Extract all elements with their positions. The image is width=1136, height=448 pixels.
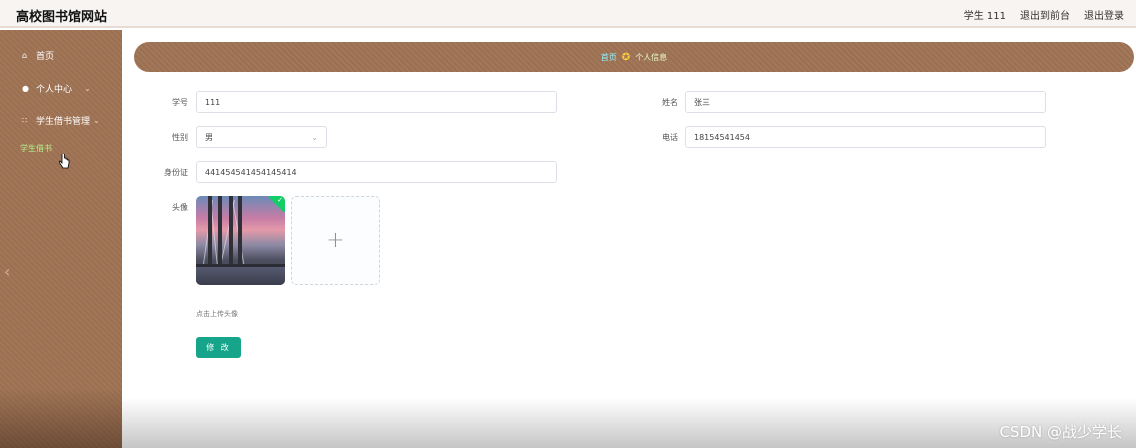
id-card-field[interactable]: 441454541454145414 bbox=[196, 161, 557, 183]
name-value: 张三 bbox=[694, 97, 710, 107]
bridge-pillar bbox=[208, 196, 212, 266]
logout-link[interactable]: 退出登录 bbox=[1084, 7, 1124, 22]
id-card-label: 身份证 bbox=[164, 168, 188, 177]
bridge-pillar bbox=[238, 196, 242, 266]
upload-avatar-button[interactable]: + bbox=[291, 196, 380, 285]
gender-select[interactable]: 男 ⌄ bbox=[196, 126, 327, 148]
sidebar-item-home[interactable]: ⌂ 首页 bbox=[0, 44, 122, 66]
sidebar-item-personal-center[interactable]: ● 个人中心 ⌄ bbox=[0, 77, 122, 99]
gender-value: 男 bbox=[205, 132, 213, 142]
phone-field[interactable]: 18154541454 bbox=[685, 126, 1046, 148]
avatar-label: 头像 bbox=[172, 203, 188, 212]
gender-label: 性别 bbox=[172, 133, 188, 142]
top-right-actions: 学生 111 退出到前台 退出登录 bbox=[964, 7, 1124, 22]
id-card-value: 441454541454145414 bbox=[205, 167, 297, 177]
top-bar: 高校图书馆网站 学生 111 退出到前台 退出登录 bbox=[0, 0, 1136, 28]
chevron-down-icon: ⌄ bbox=[84, 83, 91, 93]
check-icon: ✓ bbox=[277, 196, 283, 204]
sidebar-item-borrow-management[interactable]: ∷ 学生借书管理 ⌄ bbox=[0, 109, 122, 131]
water bbox=[196, 267, 285, 285]
chevron-down-icon: ⌄ bbox=[311, 132, 318, 142]
user-icon: ● bbox=[22, 83, 29, 93]
student-id-field[interactable]: 111 bbox=[196, 91, 557, 113]
home-icon: ⌂ bbox=[22, 50, 28, 60]
watermark: CSDN @战少学长 bbox=[999, 423, 1122, 441]
plus-icon: + bbox=[326, 228, 345, 253]
upload-hint: 点击上传头像 bbox=[196, 310, 238, 318]
star-separator-icon: ✪ bbox=[621, 51, 631, 63]
sidebar-item-label: 首页 bbox=[36, 51, 55, 62]
grid-icon: ∷ bbox=[22, 115, 28, 125]
phone-value: 18154541454 bbox=[694, 132, 750, 142]
back-to-front-link[interactable]: 退出到前台 bbox=[1020, 7, 1070, 22]
sidebar-bottom-shade bbox=[0, 388, 122, 448]
phone-label: 电话 bbox=[662, 133, 678, 142]
student-id-value: 111 bbox=[205, 97, 221, 107]
breadcrumb-home-link[interactable]: 首页 bbox=[601, 52, 617, 63]
collapse-arrow-icon[interactable]: ‹ bbox=[4, 262, 10, 281]
name-label: 姓名 bbox=[662, 98, 678, 107]
bottom-shade bbox=[122, 398, 1136, 448]
sidebar: ⌂ 首页 ● 个人中心 ⌄ ∷ 学生借书管理 ⌄ 学生借书 ‹ bbox=[0, 30, 122, 448]
bridge-pillar bbox=[229, 196, 233, 266]
breadcrumb: 首页 ✪ 个人信息 bbox=[134, 42, 1134, 72]
avatar-image[interactable]: ✓ bbox=[196, 196, 285, 285]
student-id-label: 学号 bbox=[172, 98, 188, 107]
bridge-pillar bbox=[218, 196, 222, 266]
chevron-down-icon: ⌄ bbox=[93, 115, 100, 125]
site-title: 高校图书馆网站 bbox=[16, 10, 108, 25]
current-user-label: 学生 111 bbox=[963, 11, 1006, 22]
name-field[interactable]: 张三 bbox=[685, 91, 1046, 113]
sidebar-item-label: 个人中心 bbox=[36, 84, 73, 95]
hand-cursor-icon bbox=[58, 154, 70, 169]
submit-button[interactable]: 修 改 bbox=[196, 337, 241, 358]
sidebar-item-label: 学生借书管理 bbox=[36, 116, 91, 127]
sidebar-subitem-borrow[interactable]: 学生借书 bbox=[20, 143, 52, 154]
breadcrumb-current: 个人信息 bbox=[635, 52, 668, 62]
